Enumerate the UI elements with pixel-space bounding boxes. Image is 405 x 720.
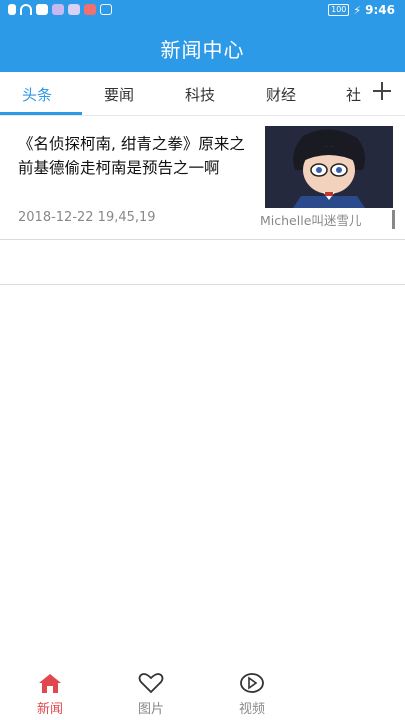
add-category-icon[interactable] xyxy=(369,78,395,104)
app-header: 100 ⚡ 9:46 新闻中心 xyxy=(0,0,405,72)
sim-icon xyxy=(8,4,16,15)
news-date: 2018-12-22 19,45,19 xyxy=(18,210,156,225)
app-notification-icon xyxy=(84,4,96,15)
battery-icon: 100 xyxy=(328,4,350,16)
home-icon xyxy=(39,674,61,693)
news-list-item[interactable]: 《名侦探柯南, 绀青之拳》原来之前基德偷走柯南是预告之一啊 2018-12-22… xyxy=(0,118,405,240)
nav-item-video[interactable]: 视频 xyxy=(222,672,282,717)
news-title: 《名侦探柯南, 绀青之拳》原来之前基德偷走柯南是预告之一啊 xyxy=(18,135,245,177)
app-notification-icon xyxy=(68,4,80,15)
news-thumbnail xyxy=(265,126,393,208)
active-tab-indicator xyxy=(0,112,82,115)
heart-icon xyxy=(138,673,164,694)
category-tabs: 头条 要闻 科技 财经 社 xyxy=(0,72,405,116)
charging-icon: ⚡ xyxy=(353,3,362,17)
nav-label-video: 视频 xyxy=(238,702,265,717)
app-notification-icon xyxy=(52,4,64,15)
tab-tech[interactable]: 科技 xyxy=(185,84,215,105)
status-bar: 100 ⚡ 9:46 xyxy=(0,0,405,22)
tab-finance[interactable]: 财经 xyxy=(266,84,296,105)
tab-important[interactable]: 要闻 xyxy=(104,84,134,105)
wifi-icon xyxy=(20,4,32,15)
app-notification-icon xyxy=(100,4,112,15)
app-notification-icon xyxy=(36,4,48,15)
nav-label-news: 新闻 xyxy=(36,702,63,717)
nav-item-news[interactable]: 新闻 xyxy=(20,672,80,717)
play-icon xyxy=(240,673,264,693)
tab-society[interactable]: 社 xyxy=(346,84,361,105)
status-right: 100 ⚡ 9:46 xyxy=(328,3,395,17)
page-title: 新闻中心 xyxy=(160,38,245,62)
news-author: Michelle叫迷雪儿 xyxy=(260,210,395,229)
nav-label-pictures: 图片 xyxy=(137,702,164,717)
list-divider xyxy=(0,240,405,285)
notification-icons xyxy=(8,4,112,15)
tab-headlines[interactable]: 头条 xyxy=(22,84,52,105)
nav-item-pictures[interactable]: 图片 xyxy=(121,672,181,717)
clock: 9:46 xyxy=(365,3,395,17)
bottom-nav: 新闻 图片 视频 xyxy=(0,664,405,720)
